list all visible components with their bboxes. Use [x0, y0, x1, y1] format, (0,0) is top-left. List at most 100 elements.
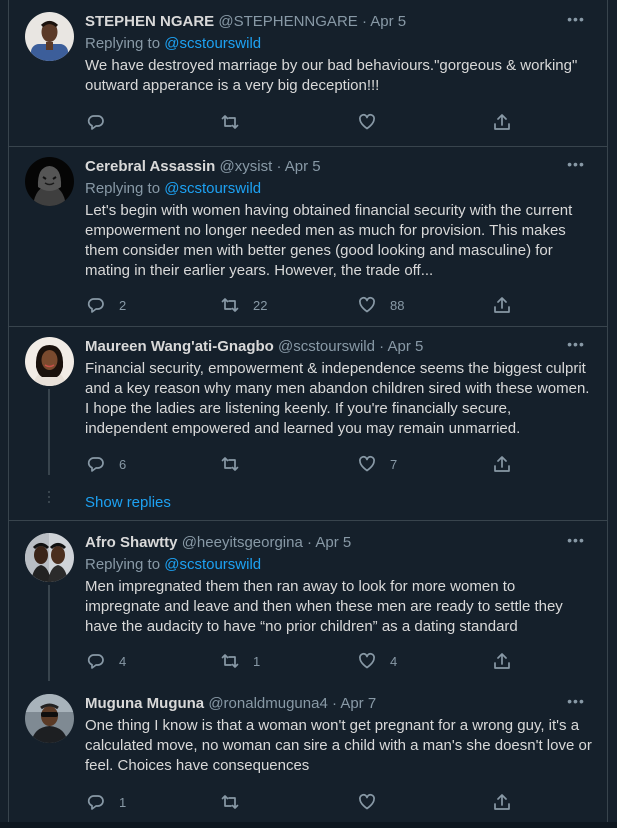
- show-replies-link[interactable]: Show replies: [85, 493, 171, 513]
- thread-line: [48, 585, 50, 681]
- heart-icon: [359, 296, 375, 313]
- like-button[interactable]: 88: [358, 295, 404, 315]
- display-name[interactable]: Maureen Wang'ati-Gnagbo: [85, 338, 274, 355]
- share-button[interactable]: [493, 295, 511, 315]
- heart-icon: [359, 113, 375, 130]
- user-handle[interactable]: @STEPHENNGARE: [218, 13, 357, 30]
- retweet-button[interactable]: 1: [221, 651, 260, 671]
- separator-dot: ·: [331, 695, 337, 712]
- avatar[interactable]: [25, 157, 74, 206]
- tweet-date[interactable]: Apr 7: [340, 695, 376, 712]
- share-button[interactable]: [493, 112, 511, 132]
- tweet-actions: 1: [85, 792, 525, 812]
- display-name[interactable]: Cerebral Assassin: [85, 158, 215, 175]
- share-icon: [494, 114, 510, 130]
- share-button[interactable]: [493, 454, 511, 474]
- tweet[interactable]: Muguna Muguna @ronaldmuguna4 · Apr 7 •••…: [9, 682, 607, 822]
- replying-to: Replying to @scstourswild: [85, 179, 595, 199]
- thread-dots: [47, 491, 51, 506]
- tweet-text: Men impregnated them then ran away to lo…: [85, 578, 563, 635]
- reply-button[interactable]: 6: [87, 454, 126, 474]
- tweet-header: STEPHEN NGARE @STEPHENNGARE · Apr 5: [85, 12, 595, 32]
- more-options-icon[interactable]: •••: [563, 337, 589, 357]
- like-button[interactable]: [358, 792, 390, 812]
- replying-to: Replying to @scstourswild: [85, 34, 595, 54]
- replying-to-label: Replying to: [85, 180, 165, 197]
- retweet-icon: [221, 457, 239, 471]
- avatar[interactable]: [25, 12, 74, 61]
- separator-dot: ·: [379, 338, 385, 355]
- share-button[interactable]: [493, 792, 511, 812]
- user-handle[interactable]: @scstourswild: [278, 338, 375, 355]
- tweet-date[interactable]: Apr 5: [285, 158, 321, 175]
- share-button[interactable]: [493, 651, 511, 671]
- retweet-count: 1: [253, 653, 261, 669]
- display-name[interactable]: Muguna Muguna: [85, 695, 204, 712]
- tweet-header: Maureen Wang'ati-Gnagbo @scstourswild · …: [85, 337, 595, 357]
- like-button[interactable]: [358, 112, 390, 132]
- replying-to-label: Replying to: [85, 556, 165, 573]
- tweet[interactable]: Maureen Wang'ati-Gnagbo @scstourswild · …: [9, 327, 607, 521]
- like-count: 4: [390, 653, 398, 669]
- reply-to-link[interactable]: @scstourswild: [164, 180, 261, 197]
- retweet-icon: [221, 115, 239, 129]
- tweet[interactable]: STEPHEN NGARE @STEPHENNGARE · Apr 5 ••• …: [9, 0, 607, 147]
- separator-dot: ·: [361, 13, 367, 30]
- reply-button[interactable]: 4: [87, 651, 126, 671]
- tweet-date[interactable]: Apr 5: [370, 13, 406, 30]
- tweet-actions: 2 22 88: [85, 295, 525, 315]
- display-name[interactable]: STEPHEN NGARE: [85, 13, 214, 30]
- tweet-text: One thing I know is that a woman won't g…: [85, 717, 592, 774]
- tweet-date[interactable]: Apr 5: [387, 338, 423, 355]
- replying-to: Replying to @scstourswild: [85, 555, 595, 575]
- more-options-icon[interactable]: •••: [563, 12, 589, 32]
- user-handle[interactable]: @xysist: [220, 158, 273, 175]
- retweet-icon: [221, 795, 239, 809]
- reply-icon: [87, 298, 104, 313]
- reply-button[interactable]: [87, 112, 119, 132]
- avatar[interactable]: [25, 694, 74, 743]
- separator-dot: ·: [276, 158, 282, 175]
- tweet-text: Financial security, empowerment & indepe…: [85, 360, 590, 437]
- avatar[interactable]: [25, 337, 74, 386]
- reply-to-link[interactable]: @scstourswild: [164, 35, 261, 52]
- reply-count: 1: [119, 794, 127, 810]
- like-button[interactable]: 4: [358, 651, 397, 671]
- user-handle[interactable]: @ronaldmuguna4: [208, 695, 327, 712]
- display-name[interactable]: Afro Shawtty: [85, 534, 178, 551]
- reply-button[interactable]: 2: [87, 295, 126, 315]
- reply-icon: [87, 457, 104, 472]
- heart-icon: [359, 793, 375, 810]
- retweet-button[interactable]: [221, 792, 253, 812]
- reply-to-link[interactable]: @scstourswild: [164, 556, 261, 573]
- like-count: 7: [390, 456, 398, 472]
- tweet-date[interactable]: Apr 5: [315, 534, 351, 551]
- retweet-button[interactable]: 22: [221, 295, 267, 315]
- retweet-button[interactable]: [221, 454, 253, 474]
- more-options-icon[interactable]: •••: [563, 157, 589, 177]
- more-options-icon[interactable]: •••: [563, 694, 589, 714]
- bottom-bar: [0, 822, 617, 828]
- thread-line: [48, 389, 50, 475]
- retweet-button[interactable]: [221, 112, 253, 132]
- retweet-icon: [221, 654, 239, 668]
- timeline: STEPHEN NGARE @STEPHENNGARE · Apr 5 ••• …: [8, 0, 608, 822]
- tweet-header: Muguna Muguna @ronaldmuguna4 · Apr 7: [85, 694, 595, 714]
- like-button[interactable]: 7: [358, 454, 397, 474]
- reply-icon: [87, 795, 104, 810]
- heart-icon: [359, 455, 375, 472]
- avatar[interactable]: [25, 533, 74, 582]
- more-options-icon[interactable]: •••: [563, 533, 589, 553]
- reply-count: 6: [119, 456, 127, 472]
- tweet[interactable]: Cerebral Assassin @xysist · Apr 5 ••• Re…: [9, 147, 607, 327]
- heart-icon: [359, 652, 375, 669]
- reply-count: 4: [119, 653, 127, 669]
- tweet-text: Let's begin with women having obtained f…: [85, 202, 573, 279]
- reply-button[interactable]: 1: [87, 792, 126, 812]
- tweet[interactable]: Afro Shawtty @heeyitsgeorgina · Apr 5 ••…: [9, 521, 607, 681]
- separator-dot: ·: [307, 534, 312, 551]
- tweet-header: Afro Shawtty @heeyitsgeorgina · Apr 5: [85, 533, 595, 553]
- tweet-actions: 6 7: [85, 454, 525, 474]
- reply-icon: [87, 654, 104, 669]
- user-handle[interactable]: @heeyitsgeorgina: [182, 534, 303, 551]
